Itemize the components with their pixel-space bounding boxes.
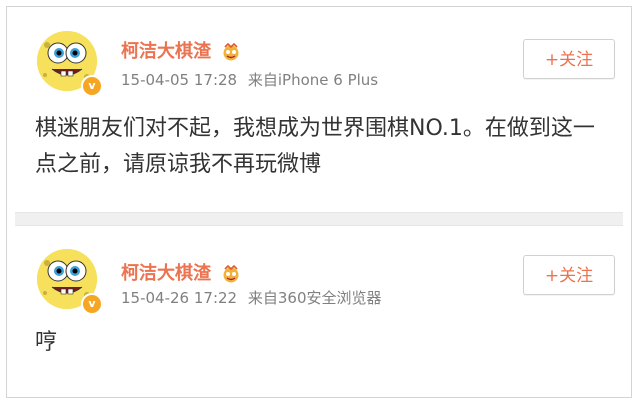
post-timestamp[interactable]: 15-04-26 17:22 [121,289,237,307]
author-name-text[interactable]: 柯洁大棋渣 [121,41,211,62]
post-meta: 15-04-05 17:28 来自iPhone 6 Plus [121,69,378,90]
member-crown-icon [223,264,239,283]
post-source: 来自360安全浏览器 [247,289,382,307]
weibo-post: v 柯洁大棋渣 15-04-05 17:28 来自iPhone 6 Plus +… [7,7,631,207]
follow-button[interactable]: +关注 [523,39,615,79]
post-divider [15,212,623,226]
member-crown-icon [223,42,239,61]
author-name[interactable]: 柯洁大棋渣 [121,259,241,285]
post-timestamp[interactable]: 15-04-05 17:28 [121,71,237,89]
author-name-text[interactable]: 柯洁大棋渣 [121,263,211,284]
post-meta: 15-04-26 17:22 来自360安全浏览器 [121,287,382,308]
post-source: 来自iPhone 6 Plus [247,71,379,89]
follow-button[interactable]: +关注 [523,255,615,295]
screenshot-frame: v 柯洁大棋渣 15-04-05 17:28 来自iPhone 6 Plus +… [6,6,632,398]
verified-badge-icon: v [81,293,103,315]
post-text: 棋迷朋友们对不起，我想成为世界围棋NO.1。在做到这一点之前，请原谅我不再玩微博 [35,116,595,177]
verified-badge-icon: v [81,75,103,97]
post-text: 哼 [35,330,58,355]
author-name[interactable]: 柯洁大棋渣 [121,37,241,63]
weibo-post: v 柯洁大棋渣 15-04-26 17:22 来自360安全浏览器 +关注 哼 [7,229,631,399]
